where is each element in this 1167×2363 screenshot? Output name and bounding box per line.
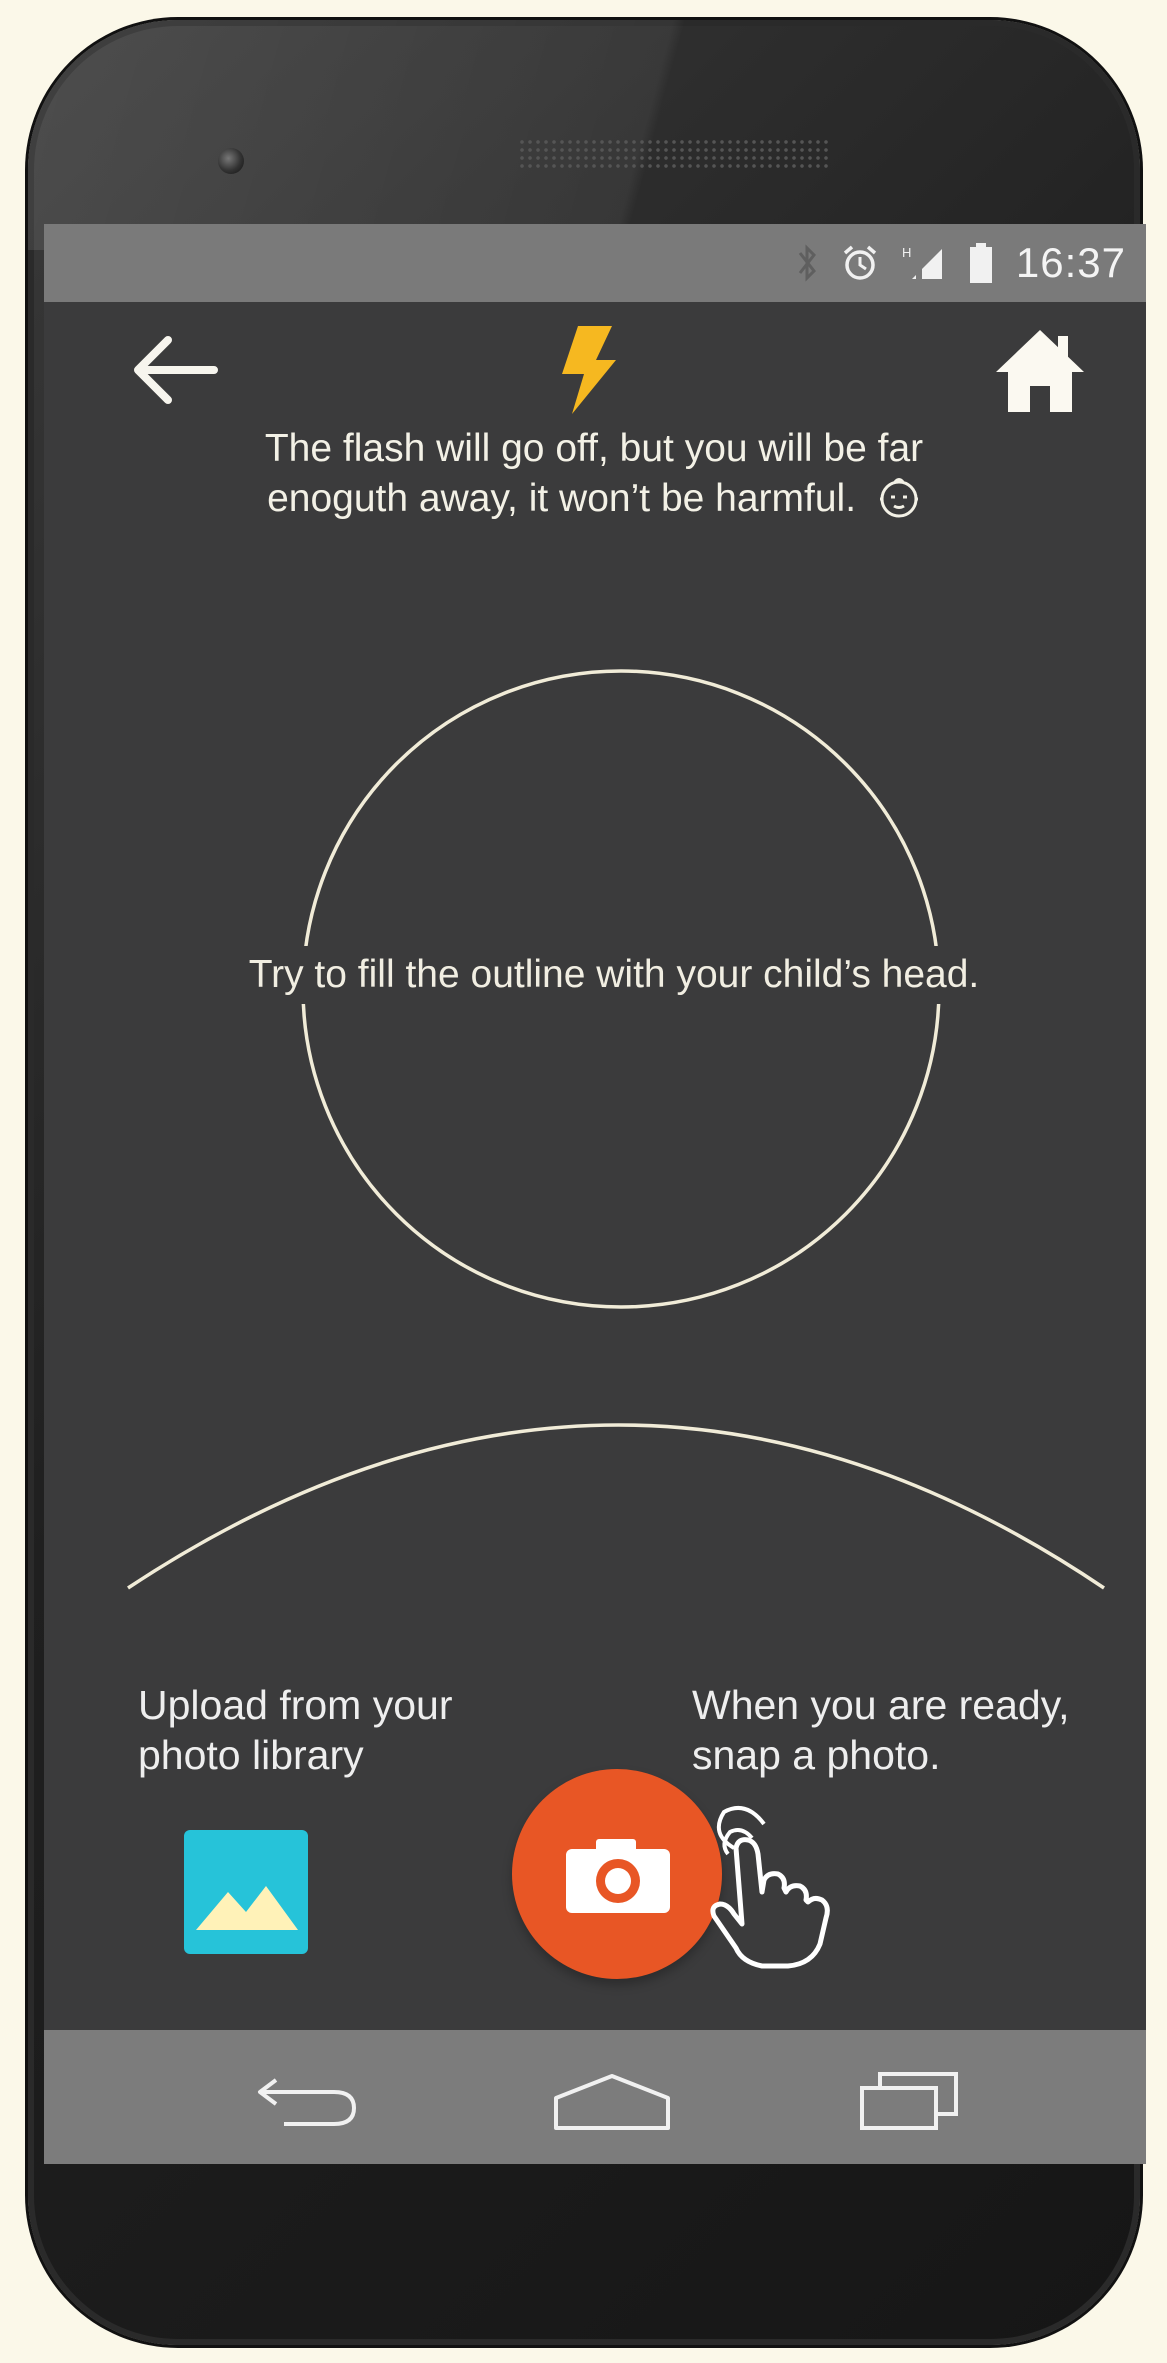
nav-recent-apps-button[interactable] — [856, 2068, 966, 2134]
nav-recent-apps-icon — [860, 2072, 958, 2130]
nav-bar — [44, 2030, 1146, 2164]
camera-icon — [566, 1839, 670, 1913]
upload-caption-line2: photo library — [138, 1732, 364, 1778]
upload-caption: Upload from your photo library — [138, 1680, 518, 1780]
nav-home-icon — [554, 2074, 670, 2130]
speaker-grille — [518, 138, 828, 168]
nav-home-button[interactable] — [552, 2070, 672, 2132]
phone-gloss — [28, 20, 1140, 250]
snap-caption-line2: snap a photo. — [692, 1732, 941, 1778]
tap-hand-icon — [710, 1806, 830, 1969]
nav-back-icon — [258, 2078, 357, 2126]
shoulder-outline-arc — [127, 1423, 1105, 1590]
snap-caption-line1: When you are ready, — [692, 1682, 1070, 1728]
upload-gallery-button[interactable] — [184, 1830, 308, 1954]
upload-caption-line1: Upload from your — [138, 1682, 453, 1728]
nav-back-button[interactable] — [254, 2072, 364, 2132]
outline-hint: Try to fill the outline with your child’… — [124, 946, 1104, 1004]
image-gallery-icon — [196, 1886, 298, 1930]
snap-caption: When you are ready, snap a photo. — [692, 1680, 1132, 1780]
front-camera — [218, 148, 244, 174]
screen: H 16:37 The flash will go off, but you w… — [44, 224, 1146, 2164]
